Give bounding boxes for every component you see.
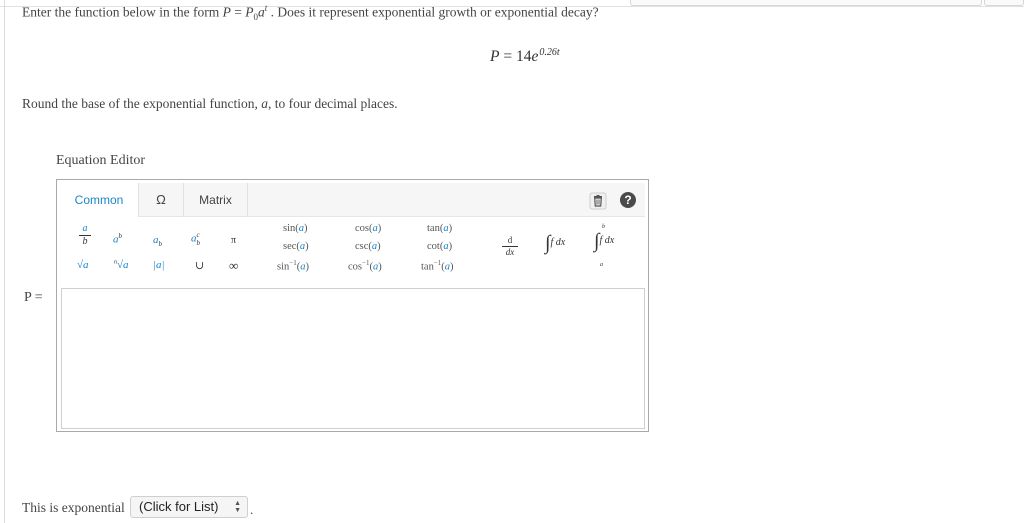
- round-instruction: Round the base of the exponential functi…: [22, 96, 398, 112]
- question-prompt: Enter the function below in the form P =…: [22, 3, 599, 23]
- arccos-button[interactable]: cos−1(a): [348, 260, 382, 273]
- arcsin-button[interactable]: sin−1(a): [277, 260, 309, 273]
- sin-button[interactable]: sin(a): [283, 223, 308, 235]
- csc-button[interactable]: csc(a): [355, 241, 381, 253]
- classification-text: This is exponential: [22, 500, 125, 515]
- fraction-numerator: a: [82, 223, 88, 234]
- abs-button[interactable]: |a|: [153, 259, 165, 271]
- definite-integral-button[interactable]: b ∫f dx a: [594, 224, 615, 268]
- integral-body: f dx: [550, 237, 566, 248]
- cos-button[interactable]: cos(a): [355, 223, 381, 235]
- tab-matrix[interactable]: Matrix: [184, 183, 248, 217]
- given-coefficient: 14: [515, 48, 532, 65]
- arctan-arg: a: [444, 261, 451, 273]
- select-arrows-icon: ▲ ▼: [234, 500, 241, 514]
- definite-integral-lower: a: [600, 262, 603, 268]
- derivative-denominator: dx: [505, 247, 515, 257]
- cot-arg: a: [443, 241, 449, 252]
- sec-arg: a: [299, 241, 306, 252]
- subscript-button[interactable]: ab: [153, 234, 162, 248]
- given-base: e: [531, 48, 539, 65]
- arccos-label: cos: [348, 261, 362, 273]
- sqrt-label: √a: [77, 259, 89, 271]
- given-equation: P = 14e0.26t: [490, 47, 560, 65]
- browser-tab-stub: [984, 0, 1024, 6]
- answer-input[interactable]: [61, 288, 645, 429]
- trash-icon[interactable]: [589, 192, 607, 210]
- sqrt-button[interactable]: √a: [77, 259, 89, 271]
- cot-label: cot: [427, 241, 440, 252]
- tan-arg: a: [443, 223, 449, 234]
- tan-button[interactable]: tan(a): [427, 223, 452, 235]
- given-lhs: P: [490, 48, 500, 65]
- round-text-after: , to four decimal places.: [267, 96, 398, 111]
- definite-integral-body: f dx: [599, 235, 615, 246]
- prompt-text-after: . Does it represent exponential growth o…: [267, 4, 599, 20]
- tab-symbols[interactable]: Ω: [139, 183, 184, 217]
- csc-arg: a: [371, 241, 378, 252]
- classification-period: .: [250, 502, 254, 517]
- help-icon[interactable]: ?: [620, 192, 636, 208]
- integral-button[interactable]: ∫f dx: [545, 232, 565, 255]
- equation-editor-label: Equation Editor: [56, 153, 146, 168]
- arcsin-label: sin: [277, 261, 290, 273]
- arctan-button[interactable]: tan−1(a): [421, 260, 454, 273]
- fraction-button[interactable]: a b: [77, 224, 93, 247]
- round-text-before: Round the base of the exponential functi…: [22, 96, 262, 111]
- derivative-numerator: d: [507, 235, 513, 245]
- infinity-button[interactable]: ∞: [229, 258, 238, 274]
- nth-root-button[interactable]: n√a: [114, 259, 129, 271]
- tan-label: tan: [427, 223, 440, 234]
- power-exponent: b: [118, 232, 123, 240]
- select-value: (Click for List): [139, 499, 219, 514]
- arctan-label: tan: [421, 261, 434, 273]
- fraction-denominator: b: [82, 236, 88, 247]
- frame-border: [4, 0, 5, 523]
- editor-tabbar: Common Ω Matrix ?: [60, 183, 645, 217]
- answer-label: P =: [24, 290, 43, 305]
- cos-label: cos: [355, 223, 369, 234]
- arccos-inverse: −1: [362, 259, 370, 267]
- growth-decay-select[interactable]: (Click for List) ▲ ▼: [130, 496, 248, 518]
- arcsin-inverse: −1: [289, 259, 297, 267]
- equation-editor: Common Ω Matrix ? a b ab ab acb π √a n√a…: [56, 179, 649, 432]
- sin-arg: a: [298, 223, 305, 234]
- definite-integral-upper: b: [602, 224, 605, 230]
- derivative-button[interactable]: d dx: [502, 236, 518, 257]
- cos-arg: a: [372, 223, 378, 234]
- arcsin-arg: a: [300, 261, 306, 273]
- prompt-var-a: a: [257, 4, 265, 20]
- subsup-button[interactable]: acb: [191, 231, 200, 247]
- power-button[interactable]: ab: [113, 232, 122, 246]
- arccos-arg: a: [372, 261, 379, 273]
- pi-button[interactable]: π: [231, 235, 236, 246]
- union-button[interactable]: ∪: [195, 259, 204, 272]
- subsup-sup: c: [196, 231, 200, 239]
- csc-label: csc: [355, 241, 369, 252]
- sec-button[interactable]: sec(a): [283, 241, 309, 253]
- subscript-index: b: [158, 240, 163, 249]
- sin-label: sin: [283, 223, 296, 234]
- nth-root-body: √a: [117, 259, 129, 271]
- given-exponent: 0.26t: [539, 47, 560, 58]
- browser-tab-stub: [630, 0, 982, 6]
- prompt-text: Enter the function below in the form: [22, 4, 223, 20]
- abs-label: |a|: [153, 259, 165, 271]
- arctan-inverse: −1: [433, 259, 442, 267]
- round-var-a: a: [261, 96, 268, 111]
- tab-common[interactable]: Common: [60, 183, 139, 217]
- subsup-sub: b: [196, 239, 201, 247]
- sec-label: sec: [283, 241, 297, 252]
- cot-button[interactable]: cot(a): [427, 241, 452, 253]
- prompt-var-p: P: [222, 4, 231, 20]
